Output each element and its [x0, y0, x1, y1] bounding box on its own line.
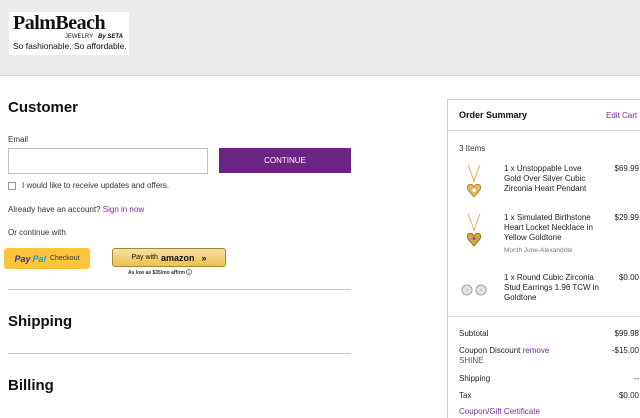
continue-button[interactable]: CONTINUE	[219, 148, 351, 173]
items-count: 3 Items	[459, 144, 486, 153]
affirm-logo: affirm	[171, 270, 185, 276]
shipping-label: Shipping	[459, 374, 491, 383]
brand-name: PalmBeach	[13, 12, 106, 34]
coupon-remove-link[interactable]: remove	[523, 346, 550, 355]
paypal-logo-part1: Pay	[14, 253, 31, 264]
summary-divider	[448, 130, 640, 131]
amazon-logo: amazon	[160, 252, 195, 263]
updates-checkbox-row[interactable]: I would like to receive updates and offe…	[8, 181, 169, 190]
tax-row: Tax $0.00	[459, 391, 639, 400]
brand-sub: JEWELRY By SETA	[13, 33, 125, 41]
brand-tagline: So fashionable. So affordable.	[13, 41, 127, 51]
item-description: 1 x Unstoppable Love Gold Over Silver Cu…	[504, 164, 600, 194]
order-summary-heading: Order Summary	[459, 110, 528, 120]
tax-value: $0.00	[618, 391, 639, 400]
email-label: Email	[8, 135, 29, 144]
item-price: $29.99	[614, 213, 639, 222]
coupon-code: SHINE	[459, 356, 484, 365]
summary-divider	[448, 316, 640, 317]
item-price: $69.99	[614, 164, 639, 173]
item-title: 1 x Simulated Birthstone Heart Locket Ne…	[504, 213, 593, 242]
item-title: 1 x Unstoppable Love Gold Over Silver Cu…	[504, 164, 587, 193]
order-summary-panel: Order Summary Edit Cart 3 Items 1 x Unst…	[447, 99, 640, 418]
shipping-heading: Shipping	[8, 313, 73, 330]
billing-heading: Billing	[8, 377, 54, 394]
updates-label: I would like to receive updates and offe…	[22, 181, 170, 190]
paypal-logo-part2: Pal	[32, 253, 46, 264]
brand-by-seta: By SETA	[98, 34, 123, 40]
updates-checkbox[interactable]	[8, 181, 16, 190]
shipping-value: --	[633, 374, 639, 383]
paypal-checkout-label: Checkout	[49, 255, 80, 262]
email-field[interactable]	[8, 148, 208, 174]
amazon-pay-prefix: Pay with	[131, 254, 158, 261]
coupon-value: -$15.00	[611, 346, 639, 355]
item-option: Month June-Alexandrite	[504, 247, 573, 254]
subtotal-value: $99.98	[614, 329, 639, 338]
customer-heading: Customer	[8, 99, 79, 116]
amazon-arrows-icon: »	[201, 252, 207, 263]
subtotal-row: Subtotal $99.98	[459, 329, 639, 338]
account-prompt: Already have an account? Sign in now	[8, 205, 144, 214]
item-price: $0.00	[618, 273, 639, 282]
account-prompt-text: Already have an account?	[8, 205, 101, 214]
item-title: 1 x Round Cubic Zirconia Stud Earrings 1…	[504, 273, 600, 302]
tax-label: Tax	[459, 391, 472, 400]
heart-pendant-necklace-icon	[466, 164, 482, 198]
section-divider	[8, 289, 351, 290]
affirm-text: As low as $35/mo	[128, 270, 170, 276]
subtotal-label: Subtotal	[459, 329, 489, 338]
shipping-row: Shipping --	[459, 374, 639, 383]
coupon-gift-certificate-link[interactable]: Coupon/Gift Certificate	[459, 407, 540, 416]
amazon-pay-button[interactable]: Pay with amazon »	[112, 248, 226, 267]
item-description: 1 x Round Cubic Zirconia Stud Earrings 1…	[504, 273, 600, 303]
affirm-promo[interactable]: As low as $35/mo affirm	[128, 269, 193, 276]
sign-in-link[interactable]: Sign in now	[103, 205, 144, 214]
coupon-discount-row: Coupon Discount remove SHINE -$15.00	[459, 346, 639, 365]
brand-sub-jewelry: JEWELRY	[64, 34, 94, 40]
or-continue-label: Or continue with	[8, 228, 66, 237]
coupon-label: Coupon Discount	[459, 346, 521, 355]
heart-locket-necklace-icon	[466, 213, 482, 247]
info-icon	[186, 269, 193, 275]
item-description: 1 x Simulated Birthstone Heart Locket Ne…	[504, 213, 600, 256]
edit-cart-link[interactable]: Edit Cart	[606, 111, 637, 120]
site-header: PalmBeach JEWELRY By SETA So fashionable…	[0, 0, 640, 76]
brand-logo[interactable]: PalmBeach JEWELRY By SETA So fashionable…	[9, 12, 129, 55]
paypal-checkout-button[interactable]: Pay Pal Checkout	[4, 248, 90, 269]
section-divider	[8, 353, 351, 354]
stud-earrings-icon	[461, 284, 487, 296]
